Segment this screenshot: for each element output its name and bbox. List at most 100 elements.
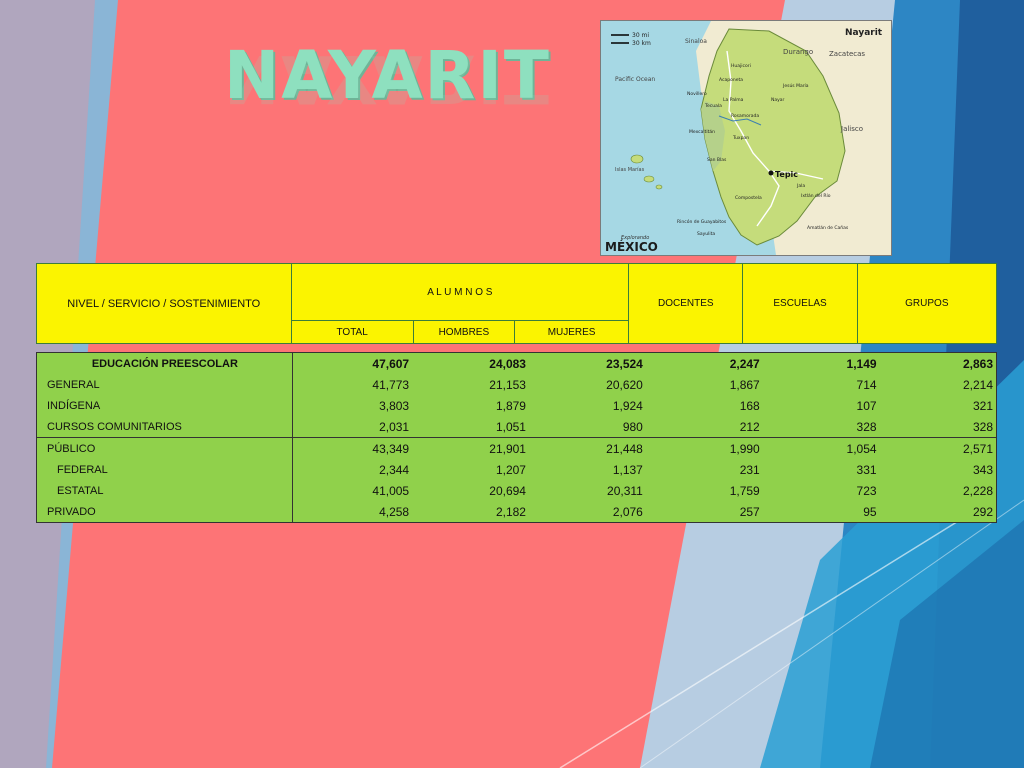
map-label-san-blas: San Blas bbox=[707, 157, 727, 163]
map-label-tecuala: Tecuala bbox=[704, 103, 722, 109]
map-label-tuxpan: Tuxpan bbox=[732, 135, 749, 141]
map-label-jala: Jala bbox=[796, 183, 805, 189]
table-row: INDÍGENA 3,803 1,879 1,924 168 107 321 bbox=[36, 395, 997, 416]
cell-hombres: 21,153 bbox=[412, 374, 529, 395]
cell-mujeres: 1,137 bbox=[528, 459, 646, 480]
map-state-label: Nayarit bbox=[845, 28, 883, 38]
cell-mujeres: 1,924 bbox=[528, 395, 646, 416]
map-label-compostela: Compostela bbox=[735, 195, 762, 201]
header-mujeres: MUJERES bbox=[513, 320, 630, 344]
cell-total: 47,607 bbox=[292, 352, 413, 374]
cell-docentes: 2,247 bbox=[645, 352, 763, 374]
cell-grupos: 343 bbox=[879, 459, 997, 480]
cell-grupos: 328 bbox=[879, 416, 997, 438]
map-label-tepic: Tepic bbox=[775, 170, 798, 179]
row-label: CURSOS COMUNITARIOS bbox=[36, 416, 293, 438]
cell-hombres: 24,083 bbox=[412, 352, 529, 374]
cell-hombres: 2,182 bbox=[412, 501, 529, 523]
row-label: PRIVADO bbox=[36, 501, 293, 523]
map-label-novillero: Novillero bbox=[687, 91, 707, 97]
table-row: ESTATAL 41,005 20,694 20,311 1,759 723 2,228 bbox=[36, 480, 997, 501]
cell-mujeres: 21,448 bbox=[528, 437, 646, 459]
table-row: PÚBLICO 43,349 21,901 21,448 1,990 1,054 2,571 bbox=[36, 437, 997, 459]
cell-escuelas: 95 bbox=[762, 501, 880, 523]
cell-grupos: 321 bbox=[879, 395, 997, 416]
cell-escuelas: 723 bbox=[762, 480, 880, 501]
map-label-acaponeta: Acaponeta bbox=[719, 77, 743, 83]
cell-hombres: 1,051 bbox=[412, 416, 529, 438]
map-islas-marias bbox=[655, 184, 663, 190]
header-alumnos: A L U M N O S bbox=[290, 263, 630, 321]
row-label: INDÍGENA bbox=[36, 395, 293, 416]
table-row: PRIVADO 4,258 2,182 2,076 257 95 292 bbox=[36, 501, 997, 523]
map-label-jesus-maria: Jesús María bbox=[782, 82, 809, 89]
map-islas-marias bbox=[630, 154, 644, 164]
cell-escuelas: 1,149 bbox=[762, 352, 880, 374]
cell-total: 3,803 bbox=[292, 395, 413, 416]
map-label-huajicori: Huajicori bbox=[731, 63, 751, 69]
cell-docentes: 1,867 bbox=[645, 374, 763, 395]
row-label: EDUCACIÓN PREESCOLAR bbox=[36, 352, 293, 374]
cell-mujeres: 20,311 bbox=[528, 480, 646, 501]
table-row: FEDERAL 2,344 1,207 1,137 231 331 343 bbox=[36, 459, 997, 480]
cell-escuelas: 107 bbox=[762, 395, 880, 416]
map-label-mexcaltitan: Mexcaltitán bbox=[689, 128, 715, 135]
row-label: GENERAL bbox=[36, 374, 293, 395]
cell-total: 41,773 bbox=[292, 374, 413, 395]
map-label-islas-marias: Islas Marías bbox=[615, 166, 645, 173]
cell-total: 2,031 bbox=[292, 416, 413, 438]
map-islas-marias bbox=[643, 175, 655, 183]
header-total: TOTAL bbox=[290, 320, 414, 344]
table-row: GENERAL 41,773 21,153 20,620 1,867 714 2,214 bbox=[36, 374, 997, 395]
cell-grupos: 2,228 bbox=[879, 480, 997, 501]
header-nivel: NIVEL / SERVICIO / SOSTENIMIENTO bbox=[36, 263, 292, 344]
header-docentes: DOCENTES bbox=[628, 263, 744, 344]
cell-hombres: 1,207 bbox=[412, 459, 529, 480]
cell-mujeres: 23,524 bbox=[528, 352, 646, 374]
table-row: EDUCACIÓN PREESCOLAR 47,607 24,083 23,524 2,… bbox=[36, 352, 997, 374]
table-header: NIVEL / SERVICIO / SOSTENIMIENTO A L U M… bbox=[36, 263, 998, 344]
map-label-ixtlan: Ixtlán del Río bbox=[801, 192, 831, 199]
map-label-pacific: Pacific Ocean bbox=[615, 76, 655, 83]
cell-grupos: 2,214 bbox=[879, 374, 997, 395]
cell-escuelas: 1,054 bbox=[762, 437, 880, 459]
data-table: EDUCACIÓN PREESCOLAR 47,607 24,083 23,524 2,… bbox=[36, 352, 997, 523]
map-label-sinaloa: Sinaloa bbox=[685, 38, 707, 45]
cell-total: 2,344 bbox=[292, 459, 413, 480]
map-label-rincon: Rincón de Guayabitos bbox=[677, 218, 727, 225]
map-brand: MÉXICO bbox=[605, 239, 658, 254]
cell-docentes: 231 bbox=[645, 459, 763, 480]
cell-docentes: 212 bbox=[645, 416, 763, 438]
cell-grupos: 2,571 bbox=[879, 437, 997, 459]
row-label: ESTATAL bbox=[36, 480, 293, 501]
cell-escuelas: 714 bbox=[762, 374, 880, 395]
cell-docentes: 257 bbox=[645, 501, 763, 523]
slide-title-reflection: NAYARIT bbox=[224, 40, 551, 117]
map-label-el-nayar: Nayar bbox=[771, 97, 785, 103]
map-scale-mi: 30 mi bbox=[632, 32, 649, 39]
cell-mujeres: 20,620 bbox=[528, 374, 646, 395]
map-label-rosamorada: Rosamorada bbox=[731, 113, 759, 119]
cell-mujeres: 980 bbox=[528, 416, 646, 438]
header-grupos: GRUPOS bbox=[856, 263, 998, 344]
cell-total: 41,005 bbox=[292, 480, 413, 501]
map-label-la-palma: La Palma bbox=[723, 97, 744, 103]
cell-mujeres: 2,076 bbox=[528, 501, 646, 523]
header-escuelas: ESCUELAS bbox=[742, 263, 858, 344]
cell-hombres: 20,694 bbox=[412, 480, 529, 501]
header-hombres: HOMBRES bbox=[412, 320, 515, 344]
cell-total: 4,258 bbox=[292, 501, 413, 523]
map-label-zacatecas: Zacatecas bbox=[829, 50, 865, 58]
cell-hombres: 1,879 bbox=[412, 395, 529, 416]
cell-docentes: 1,759 bbox=[645, 480, 763, 501]
map-label-durango: Durango bbox=[783, 48, 813, 56]
map-label-jalisco: Jalisco bbox=[840, 125, 863, 133]
row-label: PÚBLICO bbox=[36, 437, 293, 459]
table-row: CURSOS COMUNITARIOS 2,031 1,051 980 212 328 32… bbox=[36, 416, 997, 438]
cell-escuelas: 328 bbox=[762, 416, 880, 438]
nayarit-map: 30 mi 30 km Nayarit Sinaloa Durango Zaca… bbox=[600, 20, 892, 256]
cell-total: 43,349 bbox=[292, 437, 413, 459]
cell-docentes: 168 bbox=[645, 395, 763, 416]
map-label-sayulita: Sayulita bbox=[697, 231, 715, 237]
cell-docentes: 1,990 bbox=[645, 437, 763, 459]
